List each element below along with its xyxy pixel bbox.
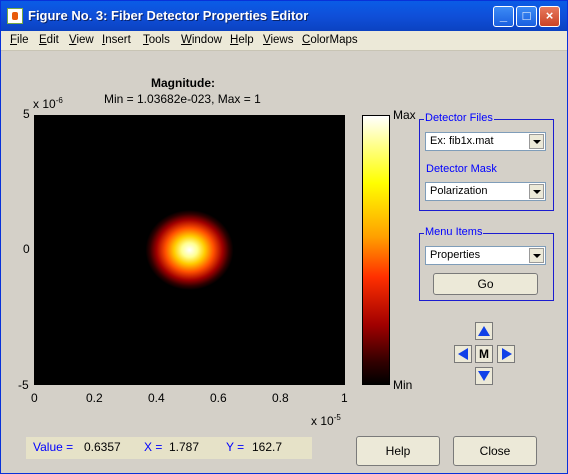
window-title: Figure No. 3: Fiber Detector Properties … xyxy=(28,8,309,23)
x-tick-label: 0.4 xyxy=(148,391,165,405)
y-tick-label: 5 xyxy=(23,107,30,121)
plot-title: Magnitude: xyxy=(151,76,215,90)
maximize-button[interactable]: □ xyxy=(516,6,537,27)
nav-center-button[interactable]: M xyxy=(475,345,493,363)
y-readout: 162.7 xyxy=(252,440,283,454)
x-tick-label: 1 xyxy=(341,391,348,405)
x-tick-label: 0.8 xyxy=(272,391,289,405)
detector-file-select[interactable]: Ex: fib1x.mat xyxy=(425,132,546,151)
x-label: X = xyxy=(144,440,163,454)
nav-up-button[interactable] xyxy=(475,322,493,340)
go-button[interactable]: Go xyxy=(433,273,538,295)
chevron-down-icon[interactable] xyxy=(529,134,544,149)
value-readout: 0.6357 xyxy=(84,440,121,454)
menu-bar: File Edit View Insert Tools Window Help … xyxy=(1,31,567,51)
menu-help[interactable]: Help xyxy=(230,34,254,46)
x-tick-label: 0.2 xyxy=(86,391,103,405)
detector-files-label: Detector Files xyxy=(424,112,494,124)
nav-left-button[interactable] xyxy=(454,345,472,363)
menu-items-label: Menu Items xyxy=(424,226,484,238)
arrow-right-icon xyxy=(502,348,512,360)
y-exponent-label: x 10-6 xyxy=(33,96,63,111)
x-tick-label: 0 xyxy=(31,391,38,405)
chevron-down-icon[interactable] xyxy=(529,248,544,263)
matlab-icon xyxy=(7,8,23,24)
y-tick-label: 0 xyxy=(23,242,30,256)
arrow-up-icon xyxy=(478,326,490,336)
help-button[interactable]: Help xyxy=(356,436,440,466)
chevron-down-icon[interactable] xyxy=(529,184,544,199)
arrow-left-icon xyxy=(458,348,468,360)
x-readout: 1.787 xyxy=(169,440,200,454)
magnitude-plot[interactable] xyxy=(34,115,345,385)
menu-insert[interactable]: Insert xyxy=(102,34,131,46)
colorbar xyxy=(362,115,390,385)
intensity-peak xyxy=(145,210,234,290)
figure-window: Figure No. 3: Fiber Detector Properties … xyxy=(0,0,568,474)
x-exponent-label: x 10-5 xyxy=(311,413,341,428)
y-tick-label: -5 xyxy=(18,378,29,392)
status-readout: Value = 0.6357 X = 1.787 Y = 162.7 xyxy=(26,437,312,459)
menu-window[interactable]: Window xyxy=(181,34,222,46)
detector-mask-label: Detector Mask xyxy=(425,163,498,175)
arrow-down-icon xyxy=(478,371,490,381)
x-tick-label: 0.6 xyxy=(210,391,227,405)
menu-edit[interactable]: Edit xyxy=(39,34,59,46)
title-bar[interactable]: Figure No. 3: Fiber Detector Properties … xyxy=(1,1,567,31)
nav-right-button[interactable] xyxy=(497,345,515,363)
nav-down-button[interactable] xyxy=(475,367,493,385)
minimize-button[interactable]: _ xyxy=(493,6,514,27)
figure-area: Magnitude: Min = 1.03682e-023, Max = 1 x… xyxy=(1,51,567,473)
close-button[interactable]: Close xyxy=(453,436,537,466)
y-label: Y = xyxy=(226,440,245,454)
menu-tools[interactable]: Tools xyxy=(143,34,170,46)
heatmap-svg xyxy=(145,210,234,290)
menu-view[interactable]: View xyxy=(69,34,94,46)
colorbar-min-label: Min xyxy=(393,378,413,392)
detector-mask-select[interactable]: Polarization xyxy=(425,182,546,201)
menu-colormaps[interactable]: ColorMaps xyxy=(302,34,358,46)
plot-subtitle: Min = 1.03682e-023, Max = 1 xyxy=(104,92,261,106)
value-label: Value = xyxy=(33,440,74,454)
colorbar-max-label: Max xyxy=(393,108,416,122)
menu-items-select[interactable]: Properties xyxy=(425,246,546,265)
menu-views[interactable]: Views xyxy=(263,34,293,46)
menu-file[interactable]: File xyxy=(10,34,29,46)
close-window-button[interactable]: × xyxy=(539,6,560,27)
